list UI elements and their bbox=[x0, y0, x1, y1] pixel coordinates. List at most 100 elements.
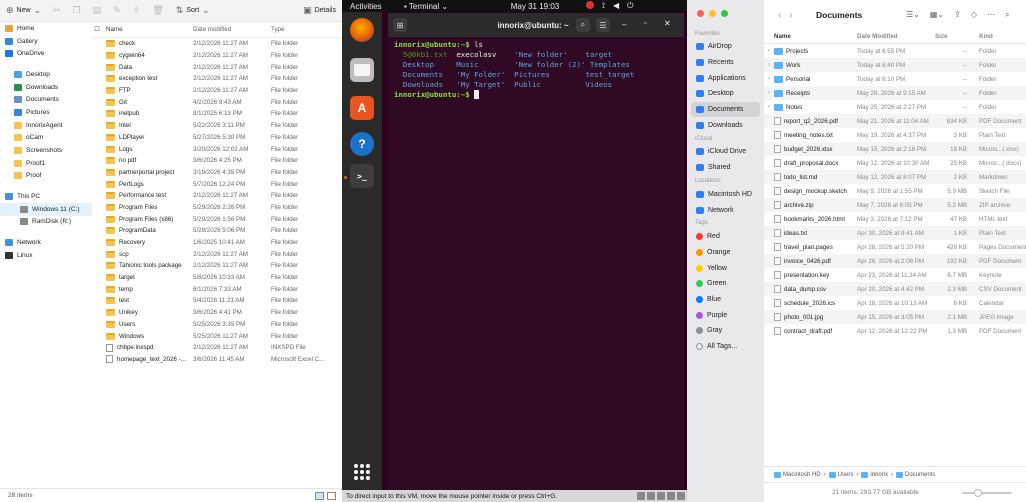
file-row[interactable]: target 5/8/2026 10:33 AM File folder bbox=[92, 272, 342, 284]
network-icon[interactable] bbox=[647, 492, 655, 500]
path-segment[interactable]: innorix bbox=[861, 471, 888, 478]
nav-item[interactable]: Home bbox=[0, 22, 92, 35]
search-icon[interactable]: ⌕ bbox=[1005, 10, 1009, 20]
show-apps-icon[interactable] bbox=[354, 464, 370, 480]
file-row[interactable]: archive.zip May 7, 2026 at 6:05 PM 5.2 MB Z… bbox=[764, 198, 1026, 212]
file-row[interactable]: data_dump.csv Apr 20, 2026 at 4:42 PM 2.3 … bbox=[764, 282, 1026, 296]
sidebar-item[interactable]: AirDrop bbox=[687, 39, 764, 55]
disclosure-arrow-icon[interactable]: › bbox=[764, 48, 774, 54]
share-icon[interactable]: ⇪ bbox=[127, 5, 147, 16]
file-row[interactable]: Users 5/25/2026 3:35 PM File folder bbox=[92, 319, 342, 331]
file-row[interactable]: › Receipts May 28, 2026 at 9:15 AM -- Folder bbox=[764, 86, 1026, 100]
sidebar-item[interactable]: Downloads bbox=[687, 117, 764, 133]
file-row[interactable]: photo_001.jpg Apr 15, 2026 at 3:05 PM 2.1 … bbox=[764, 310, 1026, 324]
terminal-dock-icon[interactable]: >_ bbox=[350, 164, 374, 188]
file-row[interactable]: design_mockup.sketch May 9, 2026 at 1:55 … bbox=[764, 184, 1026, 198]
sidebar-item[interactable]: Desktop bbox=[687, 86, 764, 102]
file-row[interactable]: Program Files 5/29/2026 2:26 PM File folde… bbox=[92, 202, 342, 214]
file-row[interactable]: Git 4/2/2026 9:43 AM File folder bbox=[92, 96, 342, 108]
sound-icon[interactable] bbox=[667, 492, 675, 500]
nav-item[interactable]: Windows 11 (C:) bbox=[0, 202, 92, 216]
file-row[interactable]: › Projects Today at 6:55 PM -- Folder bbox=[764, 44, 1026, 58]
tag-item[interactable]: All Tags... bbox=[687, 339, 764, 355]
file-row[interactable]: todo_list.md May 12, 2026 at 8:07 PM 2 KB M… bbox=[764, 170, 1026, 184]
file-row[interactable]: temp 6/1/2026 7:33 AM File folder bbox=[92, 283, 342, 295]
tiles-view-icon[interactable] bbox=[327, 491, 336, 500]
file-row[interactable]: Program Files (x86) 5/29/2026 1:56 PM File… bbox=[92, 213, 342, 225]
file-row[interactable]: LDPlayer 5/27/2026 5:30 PM File folder bbox=[92, 132, 342, 144]
nav-item[interactable]: InnorixAgent bbox=[0, 119, 92, 132]
new-button[interactable]: ⊕ New ⌄ bbox=[0, 0, 47, 22]
file-row[interactable]: cygwin64 2/12/2026 11:27 AM File folder bbox=[92, 50, 342, 62]
file-row[interactable]: Windows 5/25/2026 11:27 AM File folder bbox=[92, 330, 342, 342]
file-row[interactable]: no pdf 3/6/2026 4:25 PM File folder bbox=[92, 155, 342, 167]
sidebar-item[interactable]: Recents bbox=[687, 55, 764, 71]
file-row[interactable]: ideas.txt Apr 30, 2026 at 9:41 AM 1 KB Plai… bbox=[764, 226, 1026, 240]
file-row[interactable]: report_q2_2026.pdf May 21, 2026 at 11:04 … bbox=[764, 114, 1026, 128]
file-row[interactable]: presentation.key Apr 23, 2026 at 11:34 AM… bbox=[764, 268, 1026, 282]
more-icon[interactable]: ⋯ bbox=[987, 10, 995, 20]
path-segment[interactable]: Users bbox=[828, 471, 853, 478]
details-button[interactable]: ▣ Details bbox=[297, 0, 342, 22]
nav-item[interactable]: OneDrive bbox=[0, 47, 92, 60]
minimize-icon[interactable]: – bbox=[622, 20, 626, 29]
column-date-modified[interactable]: Date Modified bbox=[857, 33, 931, 40]
file-row[interactable]: Intel 5/22/2026 3:11 PM File folder bbox=[92, 120, 342, 132]
tag-item[interactable]: Orange bbox=[687, 245, 764, 261]
app-menu[interactable]: ▪ Terminal ⌄ bbox=[400, 2, 490, 11]
tag-item[interactable]: Green bbox=[687, 276, 764, 292]
details-view-icon[interactable] bbox=[315, 491, 324, 500]
column-date-modified[interactable]: Date modified bbox=[193, 26, 271, 33]
file-row[interactable]: › Personal Today at 6:10 PM -- Folder bbox=[764, 72, 1026, 86]
minimize-window-icon[interactable] bbox=[709, 10, 716, 17]
file-row[interactable]: budget_2026.xlsx May 15, 2026 at 2:18 PM 1… bbox=[764, 142, 1026, 156]
list-view-icon[interactable]: ☰⌄ bbox=[906, 10, 920, 20]
sidebar-item[interactable]: Applications bbox=[687, 70, 764, 86]
nav-item[interactable]: Documents bbox=[0, 93, 92, 106]
sidebar-item[interactable]: Documents bbox=[691, 101, 760, 118]
file-row[interactable]: chbpe.inxspd 2/12/2026 11:27 AM INXSPD Fil… bbox=[92, 342, 342, 354]
back-forward-icons[interactable]: ‹› bbox=[778, 10, 801, 21]
close-icon[interactable]: ✕ bbox=[664, 19, 671, 28]
column-name[interactable]: Name bbox=[774, 33, 857, 40]
nav-item[interactable]: Network bbox=[0, 236, 92, 249]
disclosure-arrow-icon[interactable]: › bbox=[764, 90, 774, 96]
paste-icon[interactable]: ▤ bbox=[87, 5, 108, 16]
file-row[interactable]: invoice_0426.pdf Apr 26, 2026 at 2:08 PM 1… bbox=[764, 254, 1026, 268]
disclosure-arrow-icon[interactable]: › bbox=[764, 76, 774, 82]
nav-item[interactable]: RamDisk (R:) bbox=[0, 216, 92, 229]
nav-item[interactable]: Linux bbox=[0, 249, 92, 262]
firefox-icon[interactable] bbox=[350, 18, 374, 42]
file-row[interactable]: Data 2/12/2026 11:27 AM File folder bbox=[92, 61, 342, 73]
usb-icon[interactable] bbox=[657, 492, 665, 500]
file-row[interactable]: test 5/4/2026 11:21 AM File folder bbox=[92, 295, 342, 307]
tag-item[interactable]: Yellow bbox=[687, 260, 764, 276]
cut-icon[interactable]: ✂ bbox=[47, 5, 67, 16]
nav-item[interactable]: Desktop bbox=[0, 68, 92, 81]
activities-button[interactable]: Activities bbox=[342, 2, 400, 11]
file-row[interactable]: homepage_text_2026 -... 3/6/2026 11:45 AM… bbox=[92, 354, 342, 366]
terminal-output[interactable]: innorix@ubuntu:~$ ls 5@0kb1.txt execolas… bbox=[388, 37, 684, 103]
nav-item[interactable]: Proof bbox=[0, 170, 92, 183]
column-type[interactable]: Type bbox=[271, 26, 341, 33]
file-row[interactable]: ProgramData 5/28/2026 5:06 PM File folder bbox=[92, 225, 342, 237]
file-row[interactable]: › Work Today at 6:40 PM -- Folder bbox=[764, 58, 1026, 72]
close-window-icon[interactable] bbox=[697, 10, 704, 17]
disclosure-arrow-icon[interactable]: › bbox=[764, 104, 774, 110]
nav-item[interactable]: oCam bbox=[0, 132, 92, 145]
nav-item[interactable]: Downloads bbox=[0, 81, 92, 94]
sidebar-item[interactable]: iCloud Drive bbox=[687, 144, 764, 160]
file-row[interactable]: partnerportal project 3/19/2026 4:35 PM Fi… bbox=[92, 167, 342, 179]
file-row[interactable]: Logs 3/20/2026 12:02 AM File folder bbox=[92, 143, 342, 155]
nav-item[interactable]: Screenshots bbox=[0, 144, 92, 157]
sidebar-item[interactable]: Shared bbox=[687, 160, 764, 176]
disclosure-arrow-icon[interactable]: › bbox=[764, 62, 774, 68]
copy-icon[interactable]: ❐ bbox=[67, 5, 87, 16]
group-icon[interactable]: ▦⌄ bbox=[930, 10, 944, 20]
path-segment[interactable]: Documents bbox=[896, 471, 935, 478]
tag-item[interactable]: Red bbox=[687, 229, 764, 245]
sort-button[interactable]: ⇅ Sort ⌄ bbox=[170, 0, 216, 22]
select-all-checkbox[interactable]: ☐ bbox=[92, 26, 102, 33]
file-row[interactable]: Tahionic tools package 2/12/2026 11:27 AM… bbox=[92, 260, 342, 272]
file-row[interactable]: travel_plan.pages Apr 28, 2026 at 5:20 PM… bbox=[764, 240, 1026, 254]
